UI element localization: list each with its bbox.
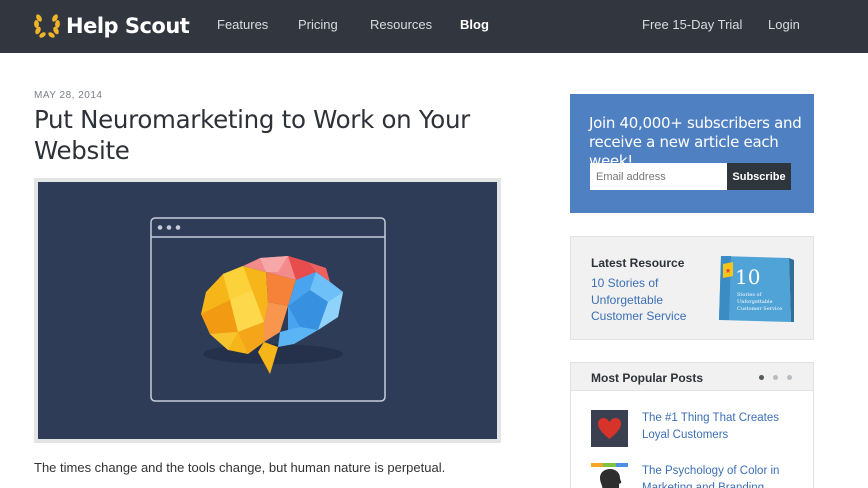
- help-scout-logo[interactable]: Help Scout: [33, 11, 190, 41]
- popular-posts-header: Most Popular Posts: [571, 363, 813, 391]
- latest-resource-card: Latest Resource 10 Stories of Unforgetta…: [570, 236, 814, 340]
- heart-icon: [591, 410, 628, 447]
- subscribe-button[interactable]: Subscribe: [727, 163, 791, 190]
- email-field[interactable]: [590, 163, 727, 190]
- nav-login-link[interactable]: Login: [768, 17, 800, 32]
- laurel-icon: [34, 14, 60, 38]
- nav-free-trial-link[interactable]: Free 15-Day Trial: [642, 17, 742, 32]
- brain-browser-illustration: [150, 217, 386, 402]
- carousel-dot-2[interactable]: [773, 375, 778, 380]
- latest-resource-heading: Latest Resource: [591, 256, 685, 270]
- popular-posts-card: Most Popular Posts The #1 Thing That Cre…: [570, 362, 814, 488]
- resource-link[interactable]: 10 Stories of Unforgettable Customer Ser…: [591, 275, 701, 325]
- svg-text:Stories of: Stories of: [737, 292, 763, 298]
- svg-text:Unforgettable: Unforgettable: [737, 299, 773, 305]
- svg-text:Customer Service: Customer Service: [737, 306, 782, 312]
- article-intro: The times change and the tools change, b…: [34, 460, 446, 475]
- hero-image: [34, 178, 501, 443]
- article-title[interactable]: Put Neuromarketing to Work on Your Websi…: [34, 104, 494, 166]
- subscribe-box: Join 40,000+ subscribers and receive a n…: [570, 94, 814, 213]
- nav-features-link[interactable]: Features: [217, 17, 268, 32]
- ebook-cover-image[interactable]: ★ 10 Stories of Unforgettable Customer S…: [717, 254, 794, 324]
- carousel-dot-3[interactable]: [787, 375, 792, 380]
- svg-text:★: ★: [725, 267, 731, 275]
- popular-posts-heading: Most Popular Posts: [591, 371, 704, 385]
- brand-name: Help Scout: [66, 14, 190, 38]
- nav-blog-link[interactable]: Blog: [460, 17, 489, 32]
- popular-post-title[interactable]: The #1 Thing That Creates Loyal Customer…: [642, 410, 804, 443]
- top-nav: Help Scout Features Pricing Resources Bl…: [0, 0, 868, 53]
- popular-post-title[interactable]: The Psychology of Color in Marketing and…: [642, 463, 804, 488]
- head-icon: [591, 463, 628, 488]
- article-date: MAY 28, 2014: [34, 90, 103, 101]
- nav-resources-link[interactable]: Resources: [370, 17, 432, 32]
- carousel-dot-1[interactable]: [759, 375, 764, 380]
- nav-pricing-link[interactable]: Pricing: [298, 17, 338, 32]
- book-number: 10: [735, 265, 760, 289]
